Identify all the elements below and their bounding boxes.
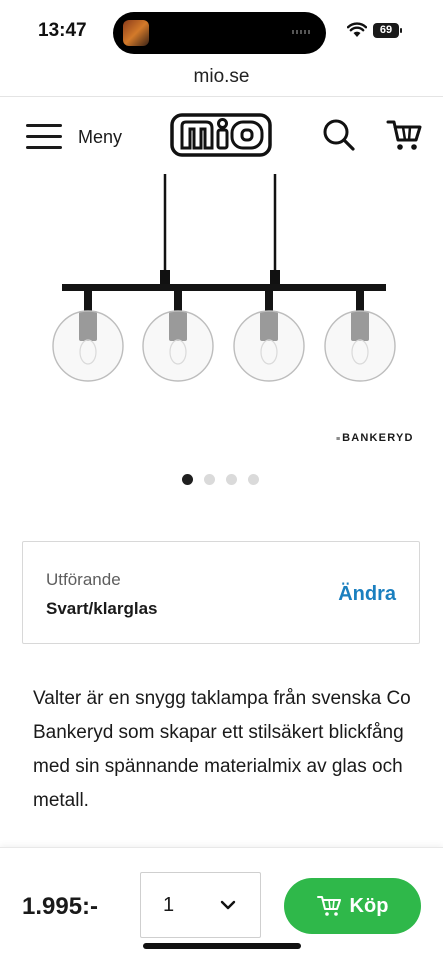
cart-icon [316,896,341,916]
variant-label: Utförande [46,570,121,589]
buy-label: Köp [349,894,389,917]
variant-value: Svart/klarglas [46,599,158,618]
carousel-dot-active[interactable] [182,474,193,485]
now-playing-thumbnail [123,20,149,46]
buy-button[interactable]: Köp [284,878,421,934]
search-icon[interactable] [322,118,356,152]
product-price: 1.995:- [22,893,99,920]
site-header: Meny [0,98,443,174]
variant-selector[interactable]: Utförande Svart/klarglas Ändra [22,541,420,644]
home-indicator[interactable] [143,943,301,949]
glass-globe [324,289,396,382]
product-image[interactable] [0,174,443,454]
glass-globe [233,289,305,382]
status-time: 13:47 [38,20,87,41]
glass-globe [142,289,214,382]
menu-button[interactable]: Meny [26,120,136,154]
wifi-icon [347,22,367,37]
menu-label: Meny [78,126,123,147]
dynamic-island[interactable] [113,12,326,54]
product-description: Valter är en snygg taklampa från svenska… [33,688,411,811]
brand-name: BANKERYD [342,432,414,444]
mio-logo[interactable] [170,112,272,158]
url-bar[interactable]: mio.se [0,62,443,96]
image-carousel-dots [182,474,259,485]
header-divider [0,96,443,97]
change-variant-link[interactable]: Ändra [338,583,396,606]
carousel-dot[interactable] [226,474,237,485]
cart-icon[interactable] [386,118,422,152]
glass-globe [52,289,124,382]
carousel-dot[interactable] [248,474,259,485]
chevron-down-icon [220,900,236,910]
audio-indicator-icon [292,30,312,34]
battery-icon: 69 [373,23,402,38]
quantity-select[interactable]: 1 [140,872,261,938]
hamburger-icon [26,124,62,150]
status-bar: 13:47 69 [0,0,443,62]
quantity-value: 1 [163,894,175,916]
carousel-dot[interactable] [204,474,215,485]
brand-logo: ≡ BANKERYD [336,432,414,444]
